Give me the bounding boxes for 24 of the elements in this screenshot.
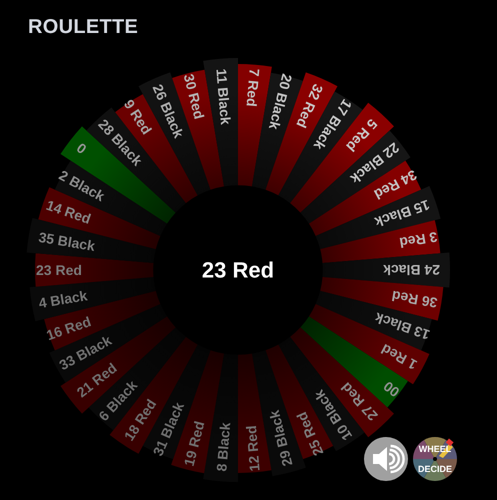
segment-label: 12 Red — [242, 424, 263, 472]
segment-label: 8 Black — [213, 422, 234, 472]
segment-label: 14 Red — [44, 196, 93, 227]
segment-label: 24 Black — [383, 262, 440, 278]
segment-label: 13 Black — [372, 310, 432, 344]
segment-label: 0 — [74, 140, 90, 157]
segment-label: 4 Black — [37, 287, 88, 312]
segment-label: 7 Red — [244, 68, 263, 108]
segment-label: 00 — [380, 378, 402, 400]
segment-label: 29 Black — [266, 408, 296, 468]
segment-label: 23 Red — [36, 262, 82, 278]
segment-label: 19 Red — [180, 419, 208, 468]
segment-label: 16 Red — [44, 313, 93, 344]
segment-label: 1 Red — [378, 340, 420, 374]
segment-label: 25 Red — [293, 410, 326, 458]
segment-label: 3 Red — [398, 228, 439, 251]
segment-label: 35 Black — [37, 228, 96, 254]
app-title: ROULETTE — [27, 15, 140, 40]
segment-label: 36 Red — [390, 288, 439, 312]
result-label: 23 Red — [202, 258, 274, 282]
segment-label: 20 Black — [266, 72, 296, 132]
segment-label: 30 Red — [180, 72, 208, 121]
segment-label: 11 Black — [213, 68, 234, 126]
logo-button[interactable]: WHEEL DECIDE — [412, 436, 458, 487]
